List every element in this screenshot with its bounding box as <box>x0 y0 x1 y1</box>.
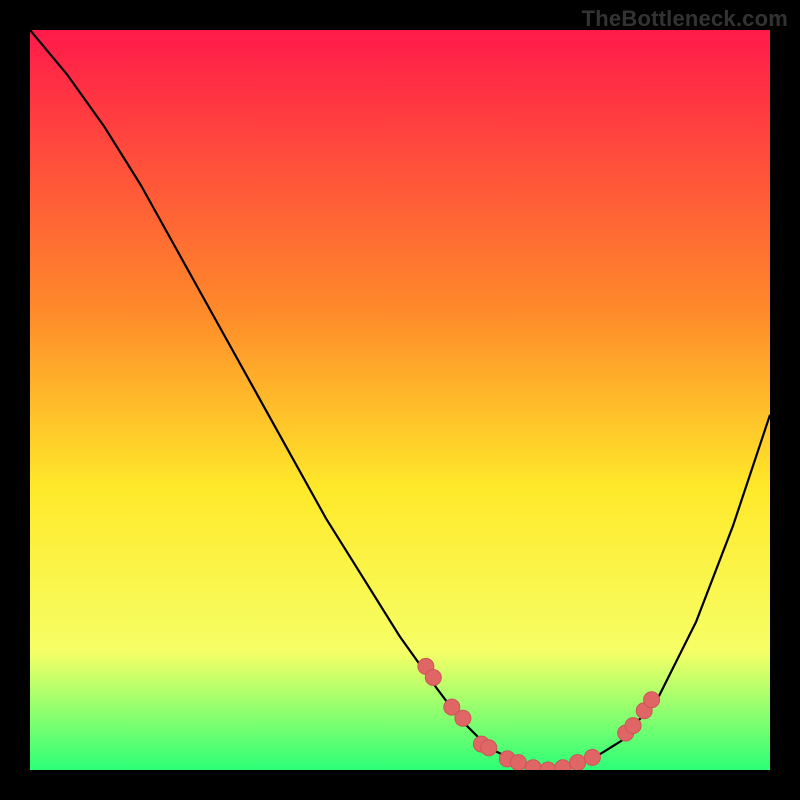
marker-point <box>481 740 497 756</box>
marker-point <box>625 718 641 734</box>
marker-point <box>510 755 526 770</box>
watermark-text: TheBottleneck.com <box>582 6 788 32</box>
marker-point <box>644 692 660 708</box>
marker-point <box>584 749 600 765</box>
marker-point <box>455 710 471 726</box>
chart-frame <box>30 30 770 770</box>
marker-point <box>570 755 586 770</box>
gradient-background <box>30 30 770 770</box>
bottleneck-chart <box>30 30 770 770</box>
marker-point <box>425 670 441 686</box>
